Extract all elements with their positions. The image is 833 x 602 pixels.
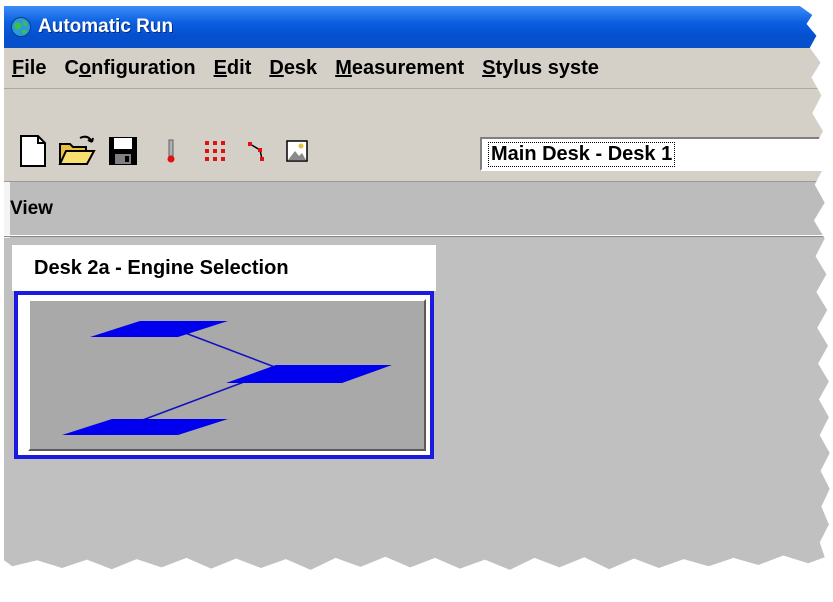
menu-measurement[interactable]: Measurement — [335, 57, 464, 80]
desk-thumbnail-canvas — [28, 299, 426, 451]
toolbar: Main Desk - Desk 1 — [4, 89, 830, 182]
floppy-disk-icon — [109, 137, 137, 165]
globe-icon — [11, 17, 31, 37]
save-button[interactable] — [104, 132, 142, 170]
open-folder-button[interactable] — [58, 132, 96, 170]
new-document-button[interactable] — [14, 132, 52, 170]
desk-selector[interactable]: Main Desk - Desk 1 — [480, 137, 830, 171]
image-button[interactable] — [278, 132, 316, 170]
open-folder-icon — [58, 135, 96, 165]
menu-configuration[interactable]: Configuration — [64, 57, 195, 80]
title-bar[interactable]: Automatic Run — [4, 6, 830, 48]
desk-thumbnail[interactable] — [14, 291, 434, 459]
menu-desk[interactable]: Desk — [269, 57, 317, 80]
probe-button[interactable] — [152, 132, 190, 170]
picture-icon — [286, 140, 308, 162]
engine-selection-diagram — [62, 321, 392, 435]
menu-stylus-system[interactable]: Stylus syste — [482, 57, 599, 80]
menu-file[interactable]: File — [12, 57, 46, 80]
view-label: View — [10, 198, 53, 219]
window-title: Automatic Run — [38, 16, 174, 37]
desk-selector-value: Main Desk - Desk 1 — [488, 141, 676, 167]
grid-points-button[interactable] — [196, 132, 234, 170]
desk-title[interactable]: Desk 2a - Engine Selection — [12, 245, 436, 291]
application-window: Automatic Run File Configuration Edit De… — [4, 6, 830, 570]
path-icon — [248, 142, 264, 161]
path-button[interactable] — [238, 132, 276, 170]
new-document-icon — [20, 135, 46, 167]
diagram-shape-middle — [226, 365, 392, 383]
menu-bar: File Configuration Edit Desk Measurement… — [4, 48, 830, 89]
view-divider — [4, 235, 830, 237]
menu-edit[interactable]: Edit — [214, 57, 252, 80]
diagram-shape-bottom — [62, 419, 228, 435]
stylus-icon — [167, 139, 175, 163]
dot-grid-icon — [205, 141, 225, 161]
diagram-shape-top — [90, 321, 228, 337]
